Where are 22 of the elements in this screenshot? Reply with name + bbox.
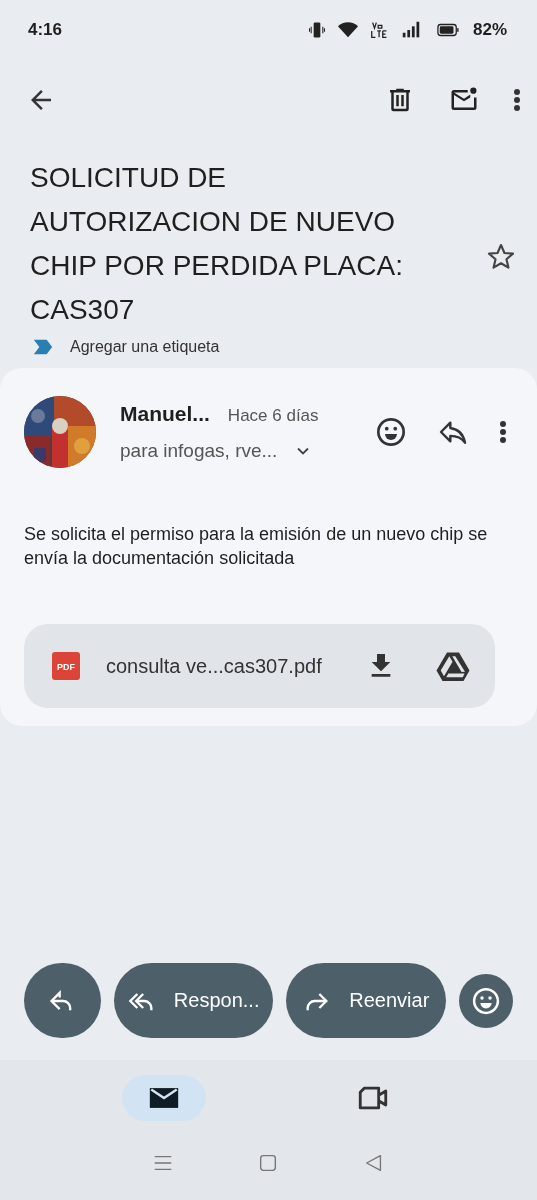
react-button[interactable] — [459, 973, 513, 1028]
emoji-icon — [375, 416, 407, 448]
attachment-name: consulta ve...cas307.pdf — [106, 654, 323, 678]
more-button[interactable] — [513, 88, 521, 112]
battery-level: 82% — [472, 20, 507, 40]
react-button[interactable] — [375, 416, 407, 448]
sender-name: Manuel... — [120, 402, 210, 426]
add-label-link[interactable]: Agregar una etiqueta — [70, 338, 220, 356]
clock: 4:16 — [28, 20, 63, 40]
message-body: Se solicita el permiso para la emisión de un nuevo chip se envía la documentación solicitada — [24, 523, 489, 570]
received-time: Hace 6 días — [227, 406, 319, 426]
emoji-icon — [471, 985, 502, 1016]
forward-button[interactable]: Reenviar — [286, 963, 447, 1038]
more-button[interactable] — [499, 420, 507, 444]
more-icon — [499, 420, 507, 444]
pdf-file-icon: PDF — [52, 652, 80, 680]
reply-all-button[interactable]: Respon... — [113, 963, 274, 1038]
recipients: para infogas, rve... — [120, 440, 278, 462]
mail-tab[interactable] — [122, 1074, 207, 1121]
attachment-chip[interactable]: PDF consulta ve...cas307.pdf — [24, 624, 495, 708]
email-subject: SOLICITUD DE AUTORIZACION DE NUEVO CHIP POR PERDIDA PLACA: CAS307 — [30, 161, 404, 327]
more-icon — [513, 88, 521, 112]
